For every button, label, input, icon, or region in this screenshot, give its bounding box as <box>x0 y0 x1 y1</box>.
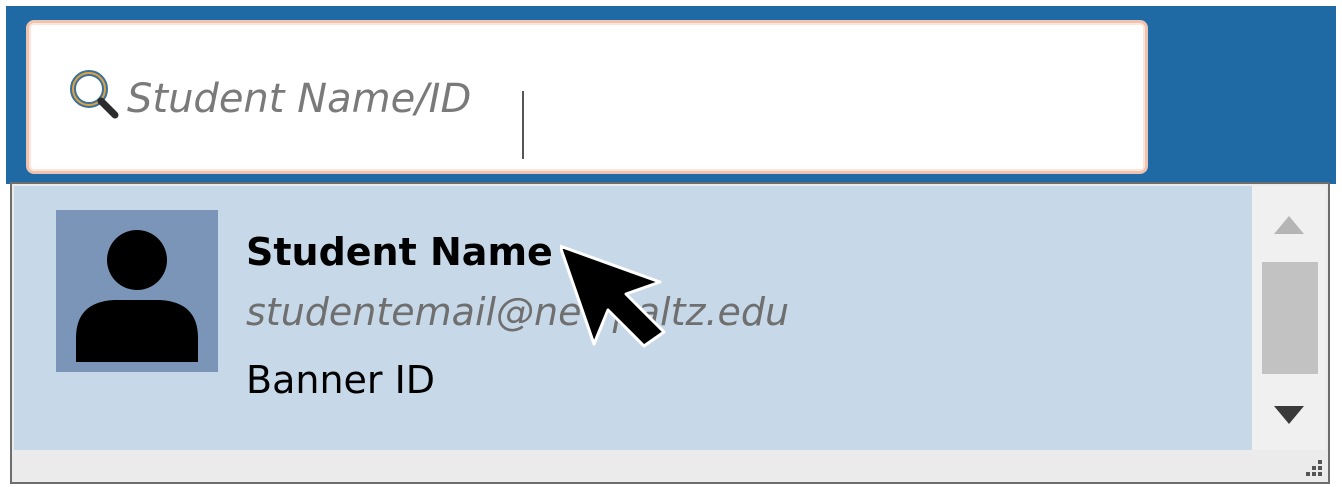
scrollbar[interactable] <box>1252 186 1326 450</box>
scroll-thumb[interactable] <box>1262 262 1318 374</box>
resize-grip-icon[interactable] <box>1304 458 1324 478</box>
scroll-up-arrow-icon[interactable] <box>1252 186 1326 258</box>
result-name: Student Name <box>246 230 553 274</box>
person-icon <box>56 210 218 372</box>
search-input[interactable] <box>127 69 1107 129</box>
text-caret <box>522 91 524 159</box>
result-banner-id: Banner ID <box>246 358 436 402</box>
scroll-down-arrow-icon[interactable] <box>1252 382 1326 450</box>
search-icon <box>65 65 125 125</box>
result-item[interactable]: Student Name studentemail@newpaltz.edu B… <box>14 186 1252 450</box>
search-box[interactable] <box>26 20 1148 174</box>
search-results-dropdown: Student Name studentemail@newpaltz.edu B… <box>10 182 1330 484</box>
result-email: studentemail@newpaltz.edu <box>246 290 790 334</box>
